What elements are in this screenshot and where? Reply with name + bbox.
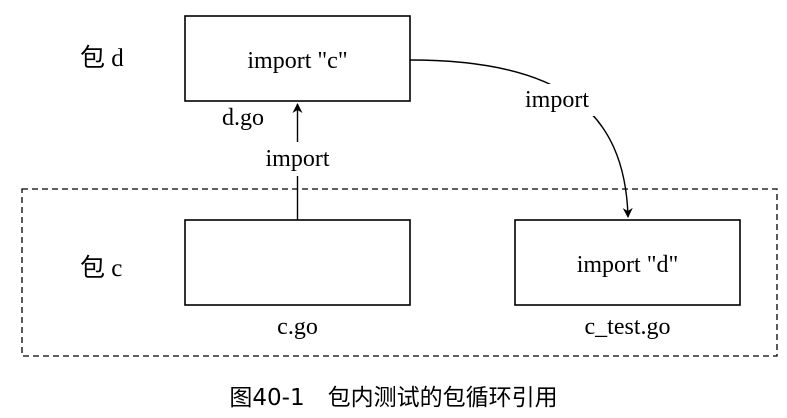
diagram-canvas: import "c" import "d" 包 d 包 c d.go c.go …: [21, 15, 778, 411]
edge-d-to-ctest-curve: [409, 59, 633, 218]
c-test-go-code: import "d": [577, 252, 679, 278]
figure-caption: 图40-1 包内测试的包循环引用: [229, 385, 557, 411]
edge-c-to-d-label: import: [266, 146, 330, 172]
c-go-filename: c.go: [277, 314, 318, 340]
package-c-label: 包 c: [80, 254, 122, 282]
d-go-code: import "c": [247, 48, 347, 74]
package-d-label: 包 d: [80, 44, 124, 72]
c-test-go-filename: c_test.go: [585, 314, 671, 340]
c-go-box: [184, 219, 411, 306]
d-go-filename: d.go: [222, 105, 264, 131]
edge-d-to-ctest-label: import: [525, 87, 589, 113]
